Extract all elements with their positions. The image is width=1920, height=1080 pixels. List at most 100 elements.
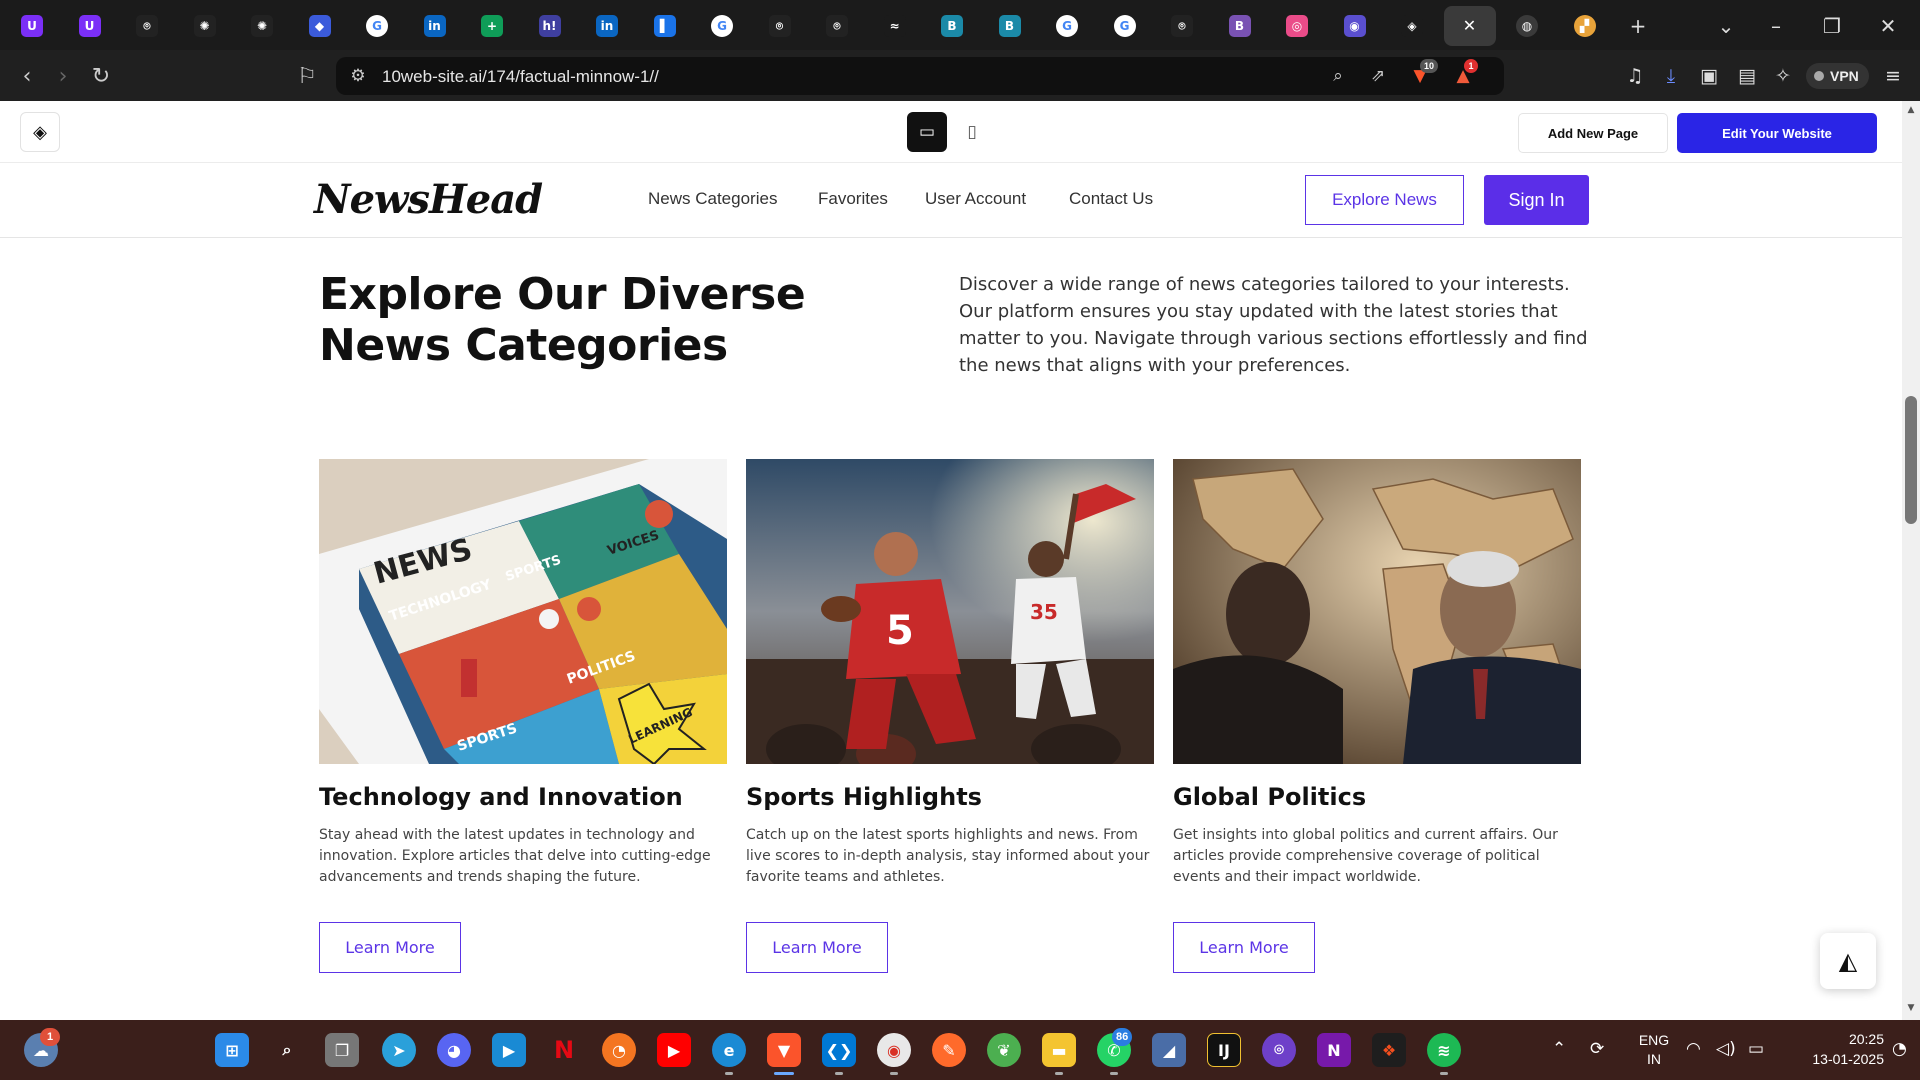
bitwarden-tab[interactable]: ◆ — [294, 6, 346, 46]
downloads-icon[interactable]: ⤓ — [1656, 62, 1686, 90]
globe-tab[interactable]: ◍ — [1501, 6, 1553, 46]
edge-icon[interactable]: e — [712, 1033, 746, 1067]
volume-icon[interactable]: ◁) — [1716, 1039, 1736, 1059]
mongodb-icon[interactable]: ❦ — [987, 1033, 1021, 1067]
uphold-tab-2[interactable]: U — [64, 6, 116, 46]
figma-icon[interactable]: ❖ — [1372, 1033, 1406, 1067]
sidebar-icon[interactable]: ▣ — [1694, 62, 1724, 90]
linkedin-tab-1[interactable]: in — [409, 6, 461, 46]
explore-news-button[interactable]: Explore News — [1305, 175, 1464, 225]
clock-time[interactable]: 20:25 — [1784, 1031, 1884, 1047]
tenweb-logo-icon[interactable]: ◈ — [20, 112, 60, 152]
share-icon[interactable]: ⇗ — [1366, 65, 1390, 87]
minimize-icon[interactable]: – — [1758, 10, 1794, 42]
bookmark-icon[interactable]: ⚐ — [292, 62, 322, 90]
github-tab-4[interactable]: ⌾ — [1156, 6, 1208, 46]
media-icon[interactable]: ♫ — [1620, 62, 1650, 90]
clock-date[interactable]: 13-01-2025 — [1774, 1051, 1884, 1067]
site-logo[interactable]: NewsHead — [314, 176, 543, 223]
openai-tab-1[interactable]: ✺ — [179, 6, 231, 46]
file-explorer-icon[interactable]: ▬ — [1042, 1033, 1076, 1067]
google-tab-3[interactable]: G — [1041, 6, 1093, 46]
address-bar[interactable]: ⚙ 10web-site.ai/174/factual-minnow-1// ⌕… — [336, 57, 1504, 95]
colorful-tab[interactable]: ▞ — [1559, 6, 1611, 46]
postman-icon[interactable]: ✎ — [932, 1033, 966, 1067]
prime-video-icon[interactable]: ▶ — [492, 1033, 526, 1067]
task-view-icon[interactable]: ❐ — [325, 1033, 359, 1067]
google-tab-4[interactable]: G — [1099, 6, 1151, 46]
desktop-view-icon[interactable]: ▭ — [907, 112, 947, 152]
nav-news-categories[interactable]: News Categories — [648, 189, 777, 209]
language-top[interactable]: ENG — [1634, 1032, 1674, 1048]
discord-icon[interactable]: ◕ — [437, 1033, 471, 1067]
chrome-icon[interactable]: ◉ — [877, 1033, 911, 1067]
learn-more-button[interactable]: Learn More — [1173, 922, 1315, 973]
scrollbar-thumb[interactable] — [1905, 396, 1917, 524]
nav-contact-us[interactable]: Contact Us — [1069, 189, 1153, 209]
vscode-icon[interactable]: ❮❯ — [822, 1033, 856, 1067]
dribbble-tab[interactable]: ◎ — [1271, 6, 1323, 46]
codepen-tab[interactable]: ≈ — [869, 6, 921, 46]
active-tab[interactable]: ✕ — [1443, 6, 1496, 46]
github-tab-3[interactable]: ⌾ — [811, 6, 863, 46]
sheets-tab[interactable]: + — [466, 6, 518, 46]
scroll-down-icon[interactable]: ▼ — [1905, 1003, 1917, 1015]
start-icon[interactable]: ⊞ — [215, 1033, 249, 1067]
menu-icon[interactable]: ≡ — [1878, 62, 1908, 90]
vpn-button[interactable]: VPN — [1806, 63, 1869, 89]
brave-icon[interactable]: ▼ — [767, 1033, 801, 1067]
uphold-tab-1[interactable]: U — [6, 6, 58, 46]
nav-favorites[interactable]: Favorites — [818, 189, 888, 209]
wifi-icon[interactable]: ◠ — [1686, 1039, 1701, 1059]
learn-more-button[interactable]: Learn More — [746, 922, 888, 973]
google-tab-1[interactable]: G — [351, 6, 403, 46]
sign-in-button[interactable]: Sign In — [1484, 175, 1589, 225]
intellij-icon[interactable]: IJ — [1207, 1033, 1241, 1067]
netflix-icon[interactable]: N — [547, 1033, 581, 1067]
edit-website-button[interactable]: Edit Your Website — [1677, 113, 1877, 153]
app-tab[interactable]: ◉ — [1329, 6, 1381, 46]
bolt-tab-1[interactable]: B — [926, 6, 978, 46]
github-tab-2[interactable]: ⌾ — [754, 6, 806, 46]
tab-search-icon[interactable]: ⌄ — [1708, 10, 1744, 42]
restore-icon[interactable]: ❐ — [1814, 10, 1850, 42]
linkedin-tab-2[interactable]: in — [581, 6, 633, 46]
nav-user-account[interactable]: User Account — [925, 189, 1026, 209]
language-bottom[interactable]: IN — [1634, 1051, 1674, 1067]
sync-icon[interactable]: ⟳ — [1590, 1039, 1604, 1059]
page-scrollbar[interactable]: ▲ ▼ — [1902, 101, 1920, 1020]
docs-tab[interactable]: ▌ — [639, 6, 691, 46]
tenweb-tab[interactable]: ◈ — [1386, 6, 1438, 46]
site-settings-icon[interactable]: ⚙ — [346, 65, 370, 87]
scroll-up-icon[interactable]: ▲ — [1905, 105, 1917, 117]
new-tab-button[interactable]: + — [1620, 10, 1656, 42]
leo-ai-icon[interactable]: ✧ — [1768, 62, 1798, 90]
github-desktop-icon[interactable]: ⌾ — [1262, 1033, 1296, 1067]
chat-assistant-button[interactable]: ◭ — [1820, 933, 1876, 989]
zoom-icon[interactable]: ⌕ — [1326, 65, 1350, 87]
back-icon[interactable]: ‹ — [12, 62, 42, 90]
battery-icon[interactable]: ▭ — [1748, 1039, 1764, 1059]
chevron-up-icon[interactable]: ⌃ — [1552, 1039, 1566, 1059]
github-tab-1[interactable]: ⌾ — [121, 6, 173, 46]
reload-icon[interactable]: ↻ — [86, 62, 116, 90]
bootstrap-tab[interactable]: B — [1214, 6, 1266, 46]
youtube-icon[interactable]: ▶ — [657, 1033, 691, 1067]
forward-icon[interactable]: › — [48, 62, 78, 90]
search-icon[interactable]: ⌕ — [270, 1033, 304, 1067]
url-text[interactable]: 10web-site.ai/174/factual-minnow-1// — [382, 67, 659, 87]
mysql-icon[interactable]: ◢ — [1152, 1033, 1186, 1067]
openai-tab-2[interactable]: ✺ — [236, 6, 288, 46]
mobile-view-icon[interactable]: ▯ — [952, 112, 992, 152]
telegram-icon[interactable]: ➤ — [382, 1033, 416, 1067]
learn-more-button[interactable]: Learn More — [319, 922, 461, 973]
crunchyroll-icon[interactable]: ◔ — [602, 1033, 636, 1067]
onenote-icon[interactable]: N — [1317, 1033, 1351, 1067]
notification-bell-icon[interactable]: ◔ — [1892, 1039, 1907, 1059]
hashnode-tab[interactable]: h! — [524, 6, 576, 46]
close-tab-icon[interactable]: ✕ — [1463, 16, 1476, 36]
add-new-page-button[interactable]: Add New Page — [1518, 113, 1668, 153]
wallet-icon[interactable]: ▤ — [1732, 62, 1762, 90]
spotify-icon[interactable]: ≋ — [1427, 1033, 1461, 1067]
google-tab-2[interactable]: G — [696, 6, 748, 46]
